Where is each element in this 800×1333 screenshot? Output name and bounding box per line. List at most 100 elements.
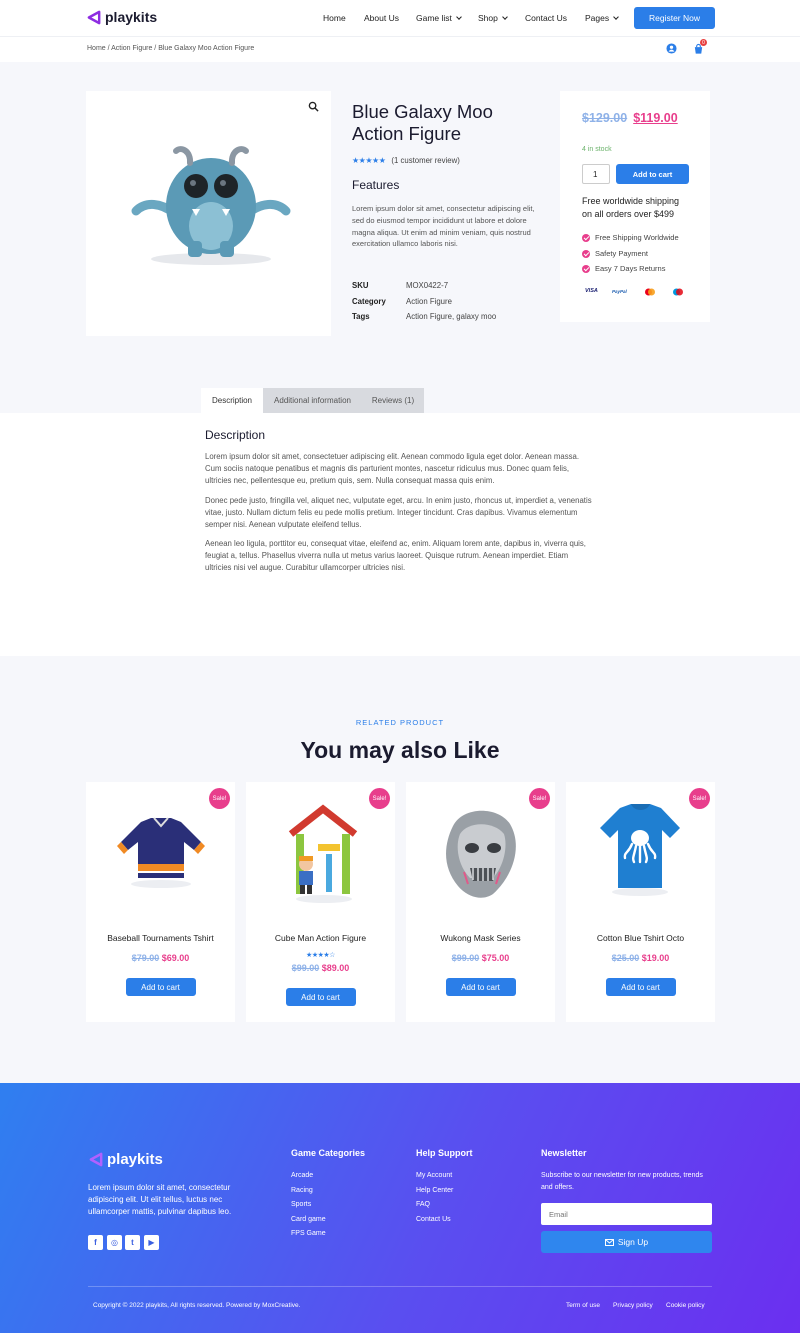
footer-logo[interactable]: playkits	[89, 1151, 163, 1168]
top-navigation-bar: playkits Home About Us Game list Shop Co…	[0, 0, 800, 36]
description-section	[0, 413, 800, 656]
footer: playkits Lorem ipsum dolor sit amet, con…	[0, 1083, 800, 1333]
copyright: Copyright © 2022 playkits, All rights re…	[93, 1302, 301, 1309]
paypal-logo: PayPal	[612, 289, 627, 294]
footer-link-faq[interactable]: FAQ	[416, 1198, 453, 1213]
description-heading: Description	[205, 428, 266, 442]
product-name[interactable]: Baseball Tournaments Tshirt	[86, 933, 235, 943]
related-product-card[interactable]: Sale! Cotton Blue Tshirt Octo $25.00 $19…	[566, 782, 715, 1022]
quantity-input[interactable]: 1	[582, 164, 610, 184]
sign-up-button[interactable]: Sign Up	[541, 1231, 712, 1253]
logo-text: playkits	[105, 9, 158, 25]
product-title-line-2: Action Figure	[352, 123, 461, 144]
nav-shop[interactable]: Shop	[478, 13, 508, 23]
nav-contact-label: Contact Us	[525, 13, 568, 23]
nav-game-list-label: Game list	[416, 13, 452, 23]
sku-value: MOX0422-7	[406, 281, 449, 290]
nav-pages-label: Pages	[585, 13, 610, 23]
game-categories-list: Arcade Racing Sports Card game FPS Game	[291, 1169, 326, 1242]
buy-box: $129.00 $119.00 4 in stock 1 Add to cart…	[560, 91, 710, 322]
tag-link-galaxy-moo[interactable]: galaxy moo	[456, 312, 496, 321]
related-product-card[interactable]: Sale! Baseball Tournaments Tshirt $79.00…	[86, 782, 235, 1022]
old-price: $99.00	[291, 963, 320, 973]
add-to-cart-button[interactable]: Add to cart	[605, 978, 676, 996]
chevron-down-icon	[502, 13, 508, 20]
footer-link-my-account[interactable]: My Account	[416, 1169, 453, 1184]
youtube-icon[interactable]: ▶	[144, 1235, 159, 1250]
benefit-item: Easy 7 Days Returns	[582, 261, 679, 277]
description-paragraph: Donec pede justo, fringilla vel, aliquet…	[205, 496, 592, 529]
add-to-cart-button[interactable]: Add to cart	[285, 988, 356, 1006]
logo-mark-icon	[87, 10, 101, 24]
facebook-icon[interactable]: f	[88, 1235, 103, 1250]
newsletter-heading: Newsletter	[541, 1148, 587, 1158]
footer-link-racing[interactable]: Racing	[291, 1184, 326, 1199]
register-button[interactable]: Register Now	[634, 7, 715, 29]
category-label: Category	[352, 297, 386, 306]
cart-count-badge: 0	[700, 39, 707, 46]
footer-link-cookie[interactable]: Cookie policy	[666, 1302, 705, 1309]
product-price: $79.00 $69.00	[86, 953, 235, 963]
add-to-cart-button[interactable]: Add to cart	[125, 978, 196, 996]
sale-price: $69.00	[161, 953, 190, 963]
product-image-card	[86, 91, 331, 336]
nav-home[interactable]: Home	[323, 13, 346, 23]
footer-link-fps-game[interactable]: FPS Game	[291, 1227, 326, 1242]
shipping-line-1: Free worldwide shipping	[582, 196, 680, 206]
related-heading: You may also Like	[300, 737, 500, 763]
tab-additional-information[interactable]: Additional information	[263, 388, 362, 413]
chevron-down-icon	[456, 13, 462, 20]
review-count-link[interactable]: (1 customer review)	[391, 156, 459, 165]
tab-description[interactable]: Description	[201, 388, 263, 413]
twitter-icon[interactable]: t	[125, 1235, 140, 1250]
newsletter-email-input[interactable]	[541, 1203, 712, 1225]
instagram-icon[interactable]: ◎	[107, 1235, 122, 1250]
footer-link-arcade[interactable]: Arcade	[291, 1169, 326, 1184]
benefit-label: Easy 7 Days Returns	[595, 264, 666, 273]
footer-logo-text: playkits	[107, 1151, 163, 1168]
benefit-label: Free Shipping Worldwide	[595, 233, 679, 242]
sale-price: $119.00	[633, 111, 678, 125]
shipping-note: Free worldwide shipping on all orders ov…	[582, 195, 679, 220]
logo[interactable]: playkits	[87, 9, 157, 25]
blue-octo-tshirt-image	[600, 804, 680, 896]
footer-link-contact-us[interactable]: Contact Us	[416, 1213, 453, 1228]
product-title: Blue Galaxy Moo Action Figure	[352, 101, 493, 145]
rating-row: ★★★★★ (1 customer review)	[352, 156, 460, 165]
related-product-card[interactable]: Sale! Wukong Mask Series $99.00 $75.00 A…	[406, 782, 555, 1022]
account-icon[interactable]	[666, 43, 677, 54]
footer-link-card-game[interactable]: Card game	[291, 1213, 326, 1228]
product-title-line-1: Blue Galaxy Moo	[352, 101, 493, 122]
sku-label: SKU	[352, 281, 369, 290]
maestro-logo	[673, 288, 683, 296]
benefit-label: Safety Payment	[595, 248, 648, 258]
category-link[interactable]: Action Figure	[406, 297, 452, 306]
nav-about[interactable]: About Us	[364, 13, 399, 23]
tab-reviews[interactable]: Reviews (1)	[362, 388, 424, 413]
description-paragraph: Aenean leo ligula, porttitor eu, consequ…	[205, 539, 586, 572]
nav-about-label: About Us	[364, 13, 399, 23]
product-price: $99.00 $75.00	[406, 953, 555, 963]
product-name[interactable]: Cube Man Action Figure	[246, 933, 395, 943]
footer-about: Lorem ipsum dolor sit amet, consectetur …	[88, 1183, 232, 1216]
rating-stars: ★★★★★	[352, 156, 386, 165]
footer-link-help-center[interactable]: Help Center	[416, 1184, 453, 1199]
add-to-cart-button[interactable]: Add to cart	[445, 978, 516, 996]
add-to-cart-button[interactable]: Add to cart	[616, 164, 689, 184]
nav-game-list[interactable]: Game list	[416, 13, 462, 23]
sale-price: $89.00	[321, 963, 350, 973]
product-name[interactable]: Wukong Mask Series	[406, 933, 555, 943]
benefit-item: Safety Payment	[582, 246, 679, 262]
footer-link-privacy[interactable]: Privacy policy	[613, 1302, 653, 1309]
product-name[interactable]: Cotton Blue Tshirt Octo	[566, 933, 715, 943]
stock-status: 4 in stock	[582, 146, 612, 153]
tag-link-action-figure[interactable]: Action Figure	[406, 312, 452, 321]
zoom-search-icon[interactable]	[308, 101, 319, 112]
footer-link-sports[interactable]: Sports	[291, 1198, 326, 1213]
wukong-mask-image	[446, 810, 516, 898]
nav-pages[interactable]: Pages	[585, 13, 619, 23]
related-product-card[interactable]: Sale! Cube Man Action Figure ★★★★☆ $99.0…	[246, 782, 395, 1022]
nav-contact[interactable]: Contact Us	[525, 13, 567, 23]
help-support-list: My Account Help Center FAQ Contact Us	[416, 1169, 453, 1227]
footer-link-terms[interactable]: Term of use	[566, 1302, 600, 1309]
